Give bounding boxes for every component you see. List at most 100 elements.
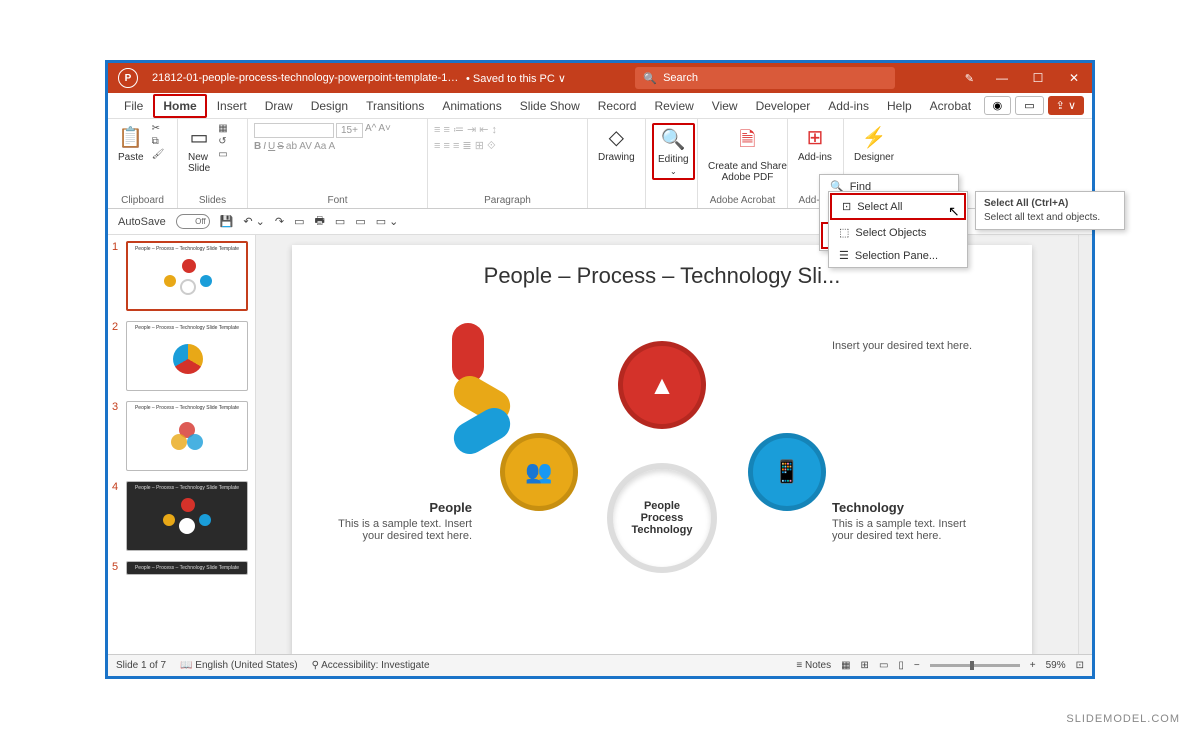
autosave-label: AutoSave: [118, 216, 166, 228]
select-all-icon: ⊡: [842, 200, 851, 213]
select-all-item[interactable]: ⊡Select All: [830, 193, 966, 220]
menu-record[interactable]: Record: [590, 96, 645, 116]
group-paragraph: Paragraph: [434, 195, 581, 206]
thumbnail-4[interactable]: 4 People – Process – Technology Slide Te…: [112, 481, 251, 551]
zoom-slider[interactable]: [930, 664, 1020, 667]
thumbnail-2[interactable]: 2 People – Process – Technology Slide Te…: [112, 321, 251, 391]
search-box[interactable]: 🔍 Search: [635, 67, 895, 89]
copy-icon[interactable]: ⧉: [152, 136, 165, 147]
mic-icon[interactable]: ✎: [965, 72, 974, 85]
pyramid-icon: ▲: [649, 370, 675, 401]
cursor-icon: ↖: [948, 203, 960, 220]
zoom-in-icon[interactable]: +: [1030, 660, 1036, 671]
group-adobe: Adobe Acrobat: [704, 195, 781, 206]
thumbnail-1[interactable]: 1 People – Process – Technology Slide Te…: [112, 241, 251, 311]
camera-button[interactable]: ◉: [984, 96, 1012, 115]
reset-icon[interactable]: ↺: [218, 136, 227, 147]
group-clipboard: Clipboard: [114, 195, 171, 206]
group-slides: Slides: [184, 195, 241, 206]
language-status[interactable]: 📖 English (United States): [180, 660, 298, 671]
menu-developer[interactable]: Developer: [748, 96, 819, 116]
redo-icon[interactable]: ↷: [275, 215, 284, 228]
thumbnail-5[interactable]: 5 People – Process – Technology Slide Te…: [112, 561, 251, 575]
menu-animations[interactable]: Animations: [434, 96, 509, 116]
accessibility-status[interactable]: ⚲ Accessibility: Investigate: [312, 660, 430, 671]
slide-area[interactable]: People – Process – Technology Sli... ▲ 👥…: [256, 235, 1078, 654]
qat-icon[interactable]: 🖶: [315, 212, 325, 231]
view-sorter-icon[interactable]: ⊞: [861, 660, 869, 671]
view-reading-icon[interactable]: ▭: [879, 660, 888, 671]
cut-icon[interactable]: ✂: [152, 123, 165, 134]
layout-icon[interactable]: ▦: [218, 123, 227, 134]
designer-button[interactable]: ⚡Designer: [850, 123, 898, 165]
present-button[interactable]: ▭: [1015, 96, 1043, 115]
qat-icon[interactable]: ▭: [335, 215, 345, 228]
menu-review[interactable]: Review: [646, 96, 701, 116]
qat-icon[interactable]: ▭: [355, 215, 365, 228]
view-slideshow-icon[interactable]: ▯: [898, 660, 904, 671]
menu-transitions[interactable]: Transitions: [358, 96, 432, 116]
menu-insert[interactable]: Insert: [209, 96, 255, 116]
menu-design[interactable]: Design: [303, 96, 356, 116]
connector: [452, 323, 484, 383]
qat-icon[interactable]: ▭: [294, 215, 304, 228]
slide-canvas[interactable]: People – Process – Technology Sli... ▲ 👥…: [292, 245, 1032, 655]
app-window: P 21812-01-people-process-technology-pow…: [105, 60, 1095, 679]
powerpoint-icon: P: [118, 68, 138, 88]
undo-icon[interactable]: ↶ ⌄: [243, 215, 265, 228]
phone-icon: 📱: [773, 459, 800, 485]
menu-acrobat[interactable]: Acrobat: [922, 96, 979, 116]
selection-pane-item[interactable]: ☰Selection Pane...: [829, 244, 967, 267]
people-icon: 👥: [525, 459, 552, 485]
menu-view[interactable]: View: [704, 96, 746, 116]
menu-bar: File Home Insert Draw Design Transitions…: [108, 93, 1092, 119]
minimize-button[interactable]: —: [984, 63, 1020, 93]
adobe-pdf-button[interactable]: 🗎Create and Share Adobe PDF: [704, 123, 791, 185]
node-technology[interactable]: 📱: [748, 433, 826, 511]
addins-button[interactable]: ⊞Add-ins: [794, 123, 836, 165]
label-process: Insert your desired text here.: [832, 340, 972, 352]
format-painter-icon[interactable]: 🖌: [152, 149, 165, 160]
node-center[interactable]: People Process Technology: [607, 463, 717, 573]
group-font: Font: [254, 195, 421, 206]
diagram: ▲ 👥 📱 People Process Technology: [452, 323, 872, 603]
zoom-level[interactable]: 59%: [1046, 660, 1066, 671]
search-placeholder: Search: [663, 72, 698, 84]
share-button[interactable]: ⇪ ∨: [1048, 96, 1084, 115]
view-normal-icon[interactable]: ▦: [841, 660, 850, 671]
new-slide-button[interactable]: ▭New Slide: [184, 123, 214, 176]
zoom-out-icon[interactable]: −: [914, 660, 920, 671]
status-bar: Slide 1 of 7 📖 English (United States) ⚲…: [108, 654, 1092, 676]
menu-addins[interactable]: Add-ins: [820, 96, 877, 116]
tooltip: Select All (Ctrl+A) Select all text and …: [975, 191, 1125, 230]
thumbnail-pane[interactable]: 1 People – Process – Technology Slide Te…: [108, 235, 256, 654]
menu-slideshow[interactable]: Slide Show: [512, 96, 588, 116]
notes-button[interactable]: ≡ Notes: [796, 660, 831, 671]
drawing-button[interactable]: ◇Drawing: [594, 123, 639, 165]
paste-button[interactable]: 📋Paste: [114, 123, 148, 165]
menu-help[interactable]: Help: [879, 96, 920, 116]
label-people: People This is a sample text. Insert you…: [332, 500, 472, 542]
fit-icon[interactable]: ⊡: [1076, 660, 1084, 671]
autosave-toggle[interactable]: Off: [176, 214, 210, 229]
tooltip-body: Select all text and objects.: [984, 212, 1116, 223]
thumbnail-3[interactable]: 3 People – Process – Technology Slide Te…: [112, 401, 251, 471]
save-icon[interactable]: 💾: [220, 215, 234, 228]
node-process[interactable]: ▲: [618, 341, 706, 429]
close-button[interactable]: ✕: [1056, 63, 1092, 93]
maximize-button[interactable]: ☐: [1020, 63, 1056, 93]
select-objects-item[interactable]: ⬚Select Objects: [829, 221, 967, 244]
node-people[interactable]: 👥: [500, 433, 578, 511]
slide-counter[interactable]: Slide 1 of 7: [116, 660, 166, 671]
menu-file[interactable]: File: [116, 96, 151, 116]
menu-draw[interactable]: Draw: [257, 96, 301, 116]
watermark: SLIDEMODEL.COM: [1066, 713, 1180, 725]
tooltip-title: Select All (Ctrl+A): [984, 198, 1116, 209]
label-technology: Technology This is a sample text. Insert…: [832, 500, 972, 542]
section-icon[interactable]: ▭: [218, 149, 227, 160]
editing-button[interactable]: 🔍Editing⌄: [652, 123, 695, 180]
save-status[interactable]: • Saved to this PC ∨: [466, 72, 566, 85]
menu-home[interactable]: Home: [153, 94, 206, 118]
qat-icon[interactable]: ▭ ⌄: [376, 215, 399, 228]
scrollbar[interactable]: [1078, 235, 1092, 654]
